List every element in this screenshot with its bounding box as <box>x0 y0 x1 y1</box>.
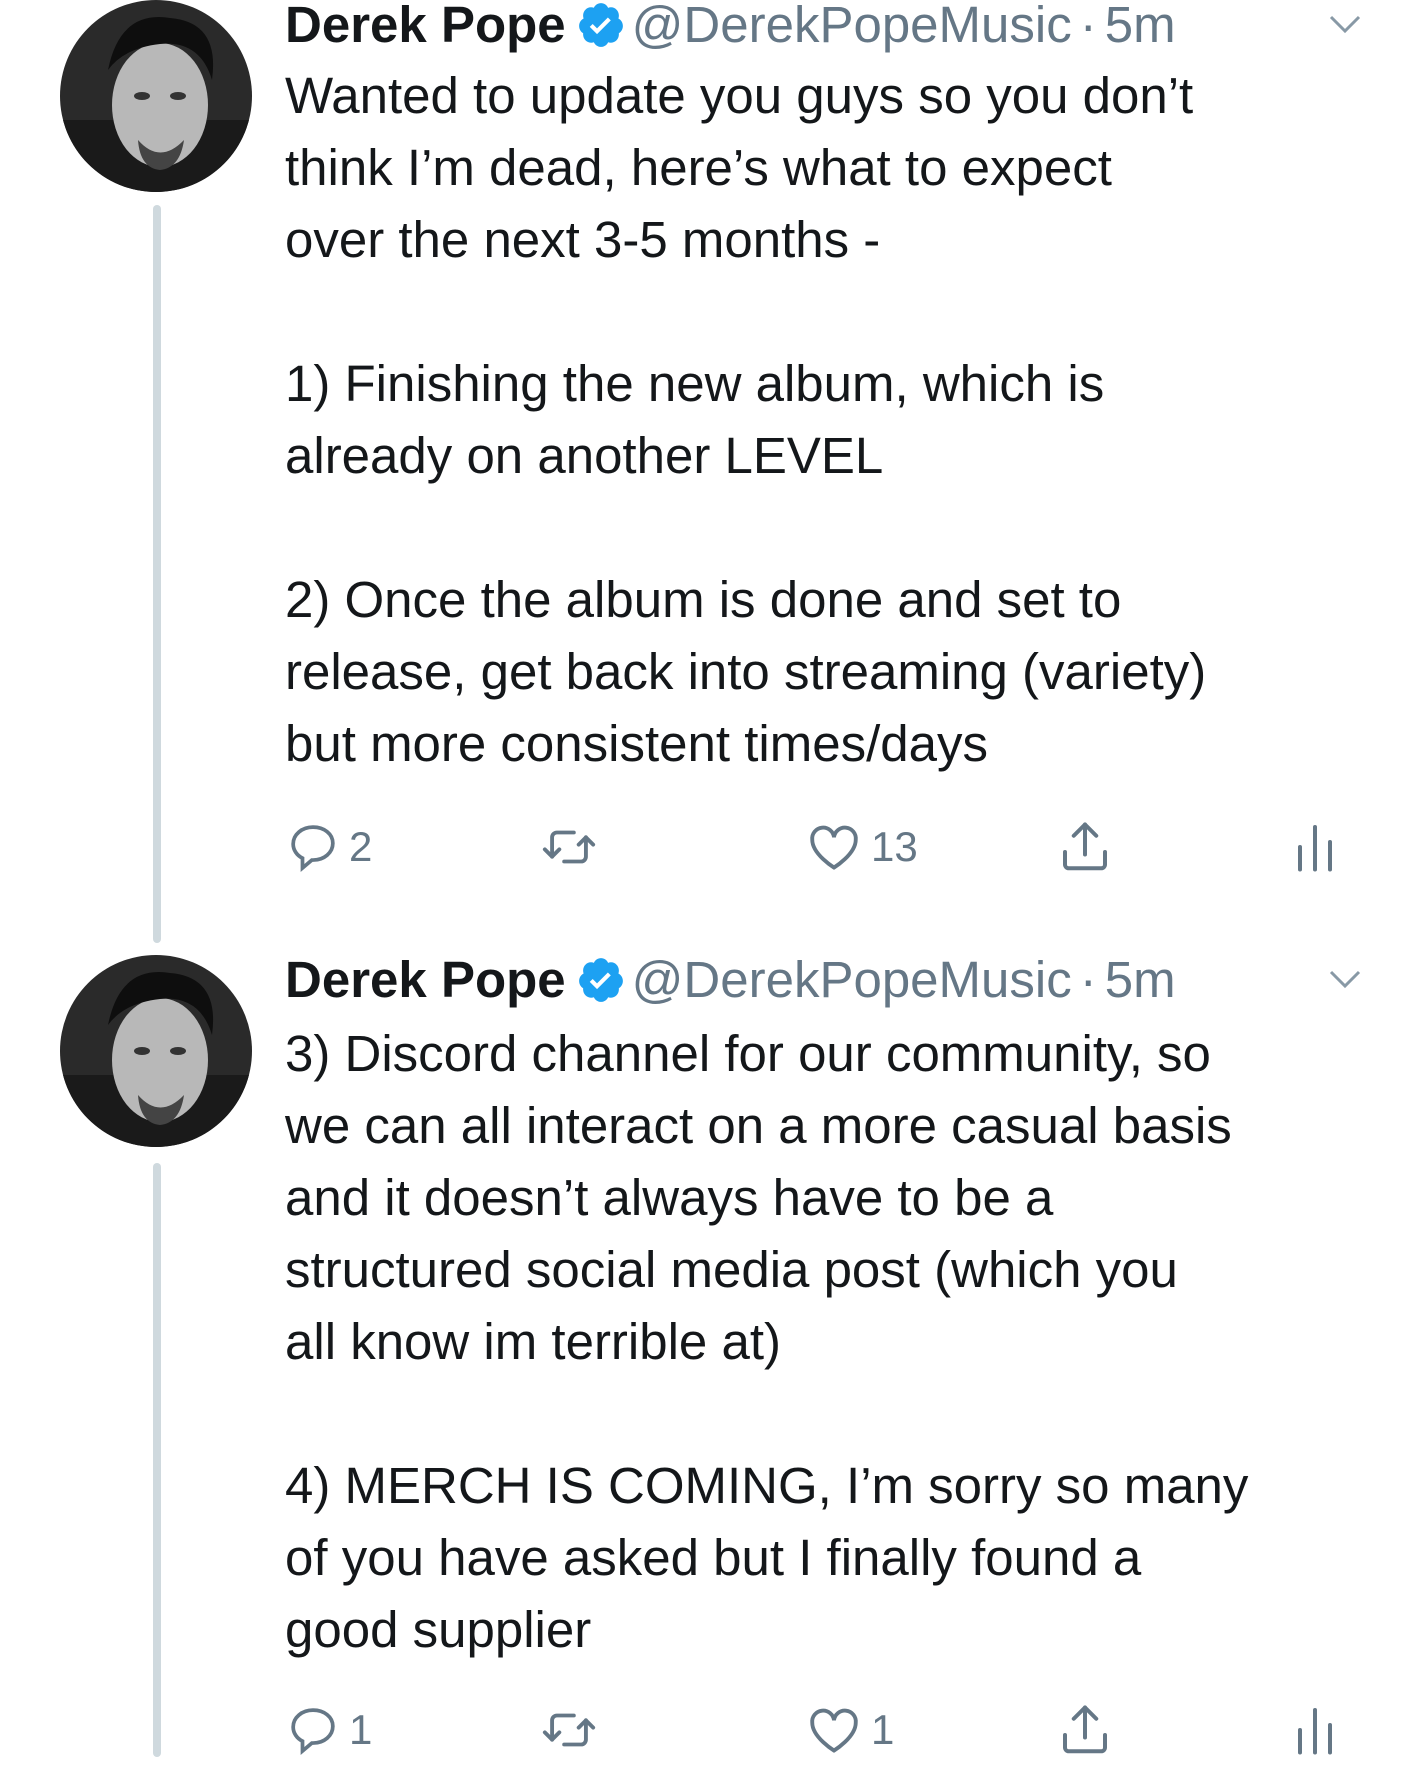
like-count: 1 <box>871 1706 895 1753</box>
separator-dot: · <box>1079 0 1097 53</box>
avatar-photo <box>60 955 252 1147</box>
chevron-down-icon[interactable] <box>1325 964 1365 994</box>
author-handle[interactable]: @DerekPopeMusic <box>632 951 1072 1008</box>
reply-button[interactable]: 1 <box>285 1695 372 1765</box>
share-button[interactable] <box>1055 1695 1115 1765</box>
share-icon <box>1063 1705 1107 1754</box>
reply-icon <box>291 1708 335 1756</box>
author-name[interactable]: Derek Pope <box>285 951 566 1008</box>
reply-count: 2 <box>349 823 373 870</box>
like-button[interactable]: 13 <box>805 812 918 882</box>
thread-line <box>153 1163 161 1757</box>
timestamp[interactable]: 5m <box>1105 0 1176 53</box>
retweet-button[interactable] <box>540 812 598 882</box>
reply-icon <box>291 825 335 873</box>
retweet-icon <box>542 830 596 864</box>
reply-button[interactable]: 2 <box>285 812 372 882</box>
tweet[interactable]: Derek Pope @DerekPopeMusic · 5m 3) Discord … <box>0 952 1406 1757</box>
retweet-icon <box>542 1713 596 1747</box>
tweet-actions: 2 13 <box>285 812 1365 882</box>
tweet-text: Wanted to update you guys so you don’t t… <box>285 67 1207 772</box>
share-icon <box>1063 822 1107 871</box>
timestamp[interactable]: 5m <box>1105 951 1176 1008</box>
like-count: 13 <box>871 823 918 870</box>
like-button[interactable]: 1 <box>805 1695 894 1765</box>
heart-icon <box>810 1708 858 1753</box>
analytics-button[interactable] <box>1285 1695 1345 1765</box>
verified-badge-icon <box>578 958 623 1002</box>
separator-dot: · <box>1079 951 1097 1008</box>
analytics-icon <box>1298 825 1332 872</box>
share-button[interactable] <box>1055 812 1115 882</box>
analytics-icon <box>1298 1708 1332 1755</box>
author-name[interactable]: Derek Pope <box>285 0 566 53</box>
chevron-down-icon[interactable] <box>1325 9 1365 39</box>
heart-icon <box>810 825 858 870</box>
reply-count: 1 <box>349 1706 373 1753</box>
tweet-header: Derek Pope @DerekPopeMusic · 5m <box>285 952 1365 1008</box>
avatar[interactable] <box>60 955 252 1147</box>
tweet-text: 3) Discord channel for our community, so… <box>285 1025 1249 1658</box>
verified-badge-icon <box>578 3 623 47</box>
retweet-button[interactable] <box>540 1695 598 1765</box>
thread-line <box>153 205 161 943</box>
avatar[interactable] <box>60 0 252 192</box>
tweet-header: Derek Pope @DerekPopeMusic · 5m <box>285 0 1365 53</box>
avatar-photo <box>60 0 252 192</box>
analytics-button[interactable] <box>1285 812 1345 882</box>
tweet-actions: 1 1 <box>285 1695 1365 1765</box>
author-handle[interactable]: @DerekPopeMusic <box>632 0 1072 53</box>
tweet[interactable]: Derek Pope @DerekPopeMusic · 5m Wanted to u… <box>0 0 1406 950</box>
